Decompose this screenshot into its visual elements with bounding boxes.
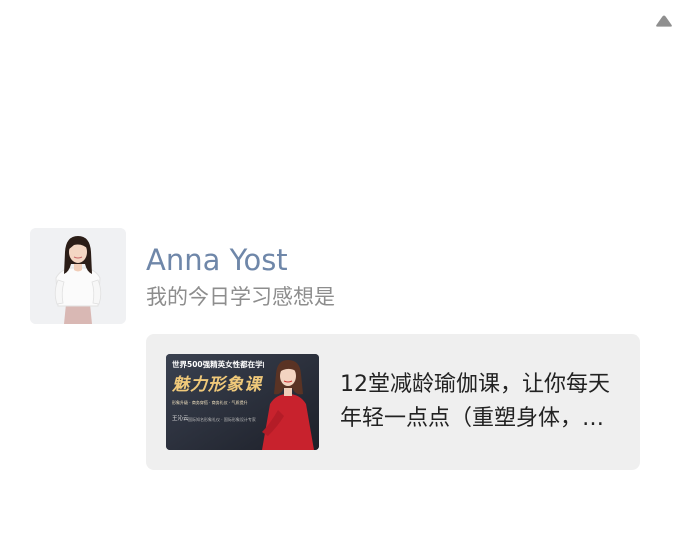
link-title: 12堂减龄瑜伽课，让你每天年轻一点点（重塑身体，重塑自己） [340, 372, 610, 431]
avatar[interactable] [30, 228, 126, 324]
thumbnail-author-note: 国际知名形象礼仪 · 国际形象设计专家 [188, 417, 256, 422]
collapse-button[interactable] [654, 12, 674, 30]
collapse-arrow-icon [656, 15, 672, 27]
thumbnail-tagline: 形象升级 · 商务穿搭 · 商务礼仪 · 气质提升 [172, 400, 248, 405]
link-thumbnail: 世界500强精英女性都在学的 魅力形象课 形象升级 · 商务穿搭 · 商务礼仪 … [166, 354, 319, 450]
moment-page: Anna Yost 我的今日学习感想是 世界500强精英女性都在学的 魅力形象课… [0, 0, 684, 553]
link-card[interactable]: 世界500强精英女性都在学的 魅力形象课 形象升级 · 商务穿搭 · 商务礼仪 … [146, 334, 640, 470]
thumbnail-course-name: 魅力形象课 [172, 375, 262, 395]
avatar-image [30, 228, 126, 324]
thumbnail-headline: 世界500强精英女性都在学的 [172, 360, 264, 369]
thumbnail-author: 王沁云 [172, 416, 189, 422]
post-text: 我的今日学习感想是 [146, 285, 335, 309]
username[interactable]: Anna Yost [146, 240, 288, 280]
